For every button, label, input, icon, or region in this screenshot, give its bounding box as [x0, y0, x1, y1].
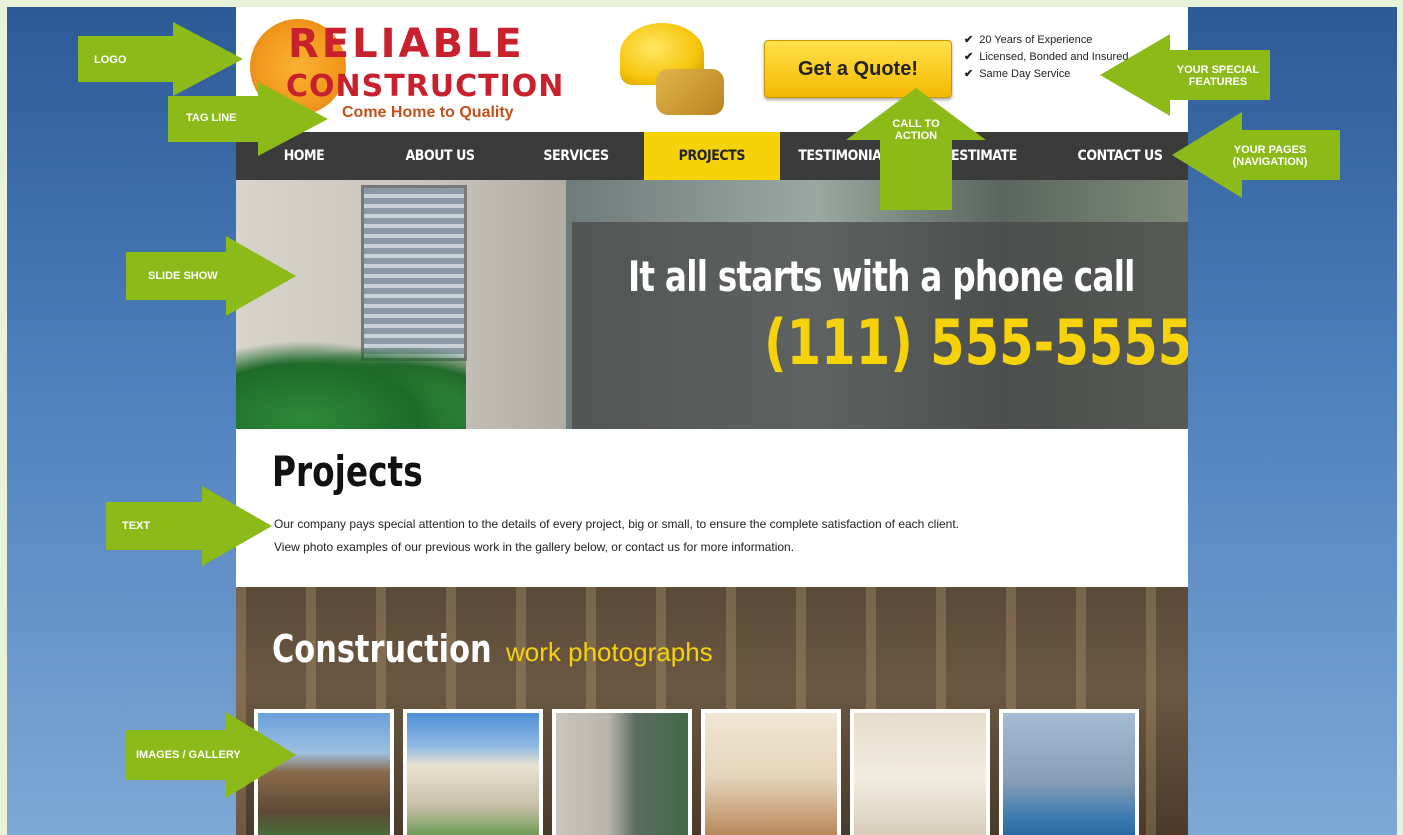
annotation-arrow-call-to-action: CALL TO ACTION — [846, 88, 986, 210]
intro-paragraph-2: View photo examples of our previous work… — [274, 540, 795, 554]
tagline: Come Home to Quality — [342, 104, 514, 121]
main-navigation: HOME ABOUT US SERVICES PROJECTS TESTIMON… — [236, 132, 1188, 180]
annotation-arrow-gallery: IMAGES / GALLERY — [126, 712, 296, 798]
annotation-arrow-tagline: TAG LINE — [168, 82, 328, 156]
annotation-label: IMAGES / GALLERY — [136, 749, 241, 761]
gallery-photo — [556, 713, 688, 835]
slide-phone-number[interactable]: (111) 555-5555 — [764, 306, 1188, 379]
feature-label: 20 Years of Experience — [979, 34, 1093, 46]
annotation-label: LOGO — [94, 54, 127, 66]
content-section: Projects Our company pays special attent… — [236, 429, 1188, 587]
annotation-arrow-features: YOUR SPECIAL FEATURES — [1100, 34, 1270, 116]
gallery-thumbnail[interactable] — [552, 709, 692, 835]
annotation-label: TAG LINE — [186, 112, 237, 124]
intro-text: Our company pays special attention to th… — [274, 513, 959, 559]
slide-headline: It all starts with a phone call — [628, 252, 1135, 301]
gallery-title: Construction — [272, 627, 492, 671]
checkmark-icon: ✔ — [964, 34, 974, 46]
annotation-arrow-pages: YOUR PAGES (NAVIGATION) — [1172, 112, 1340, 198]
nav-contact-us[interactable]: CONTACT US — [1059, 132, 1181, 180]
gallery-subtitle: work photographs — [506, 637, 713, 667]
intro-paragraph-1: Our company pays special attention to th… — [274, 517, 960, 531]
nav-projects-label: PROJECTS — [678, 148, 746, 164]
slide-image-window — [361, 185, 467, 361]
annotation-label: SLIDE SHOW — [148, 270, 218, 282]
gallery-section: Construction work photographs — [236, 587, 1188, 835]
annotation-label: CALL TO ACTION — [892, 118, 940, 142]
gallery-photo — [407, 713, 539, 835]
annotation-arrow-slideshow: SLIDE SHOW — [126, 236, 296, 316]
gallery-thumbnail[interactable] — [403, 709, 543, 835]
page-title: Projects — [272, 447, 423, 496]
slide-image-plant — [236, 340, 466, 429]
nav-about-us[interactable]: ABOUT US — [379, 132, 501, 180]
annotation-label: YOUR PAGES (NAVIGATION) — [1220, 144, 1320, 168]
website-mockup: RELIABLE CONSTRUCTION Come Home to Quali… — [236, 7, 1188, 835]
annotation-arrow-text: TEXT — [106, 486, 272, 566]
gallery-photo — [705, 713, 837, 835]
nav-projects[interactable]: PROJECTS — [644, 132, 780, 180]
slideshow[interactable]: It all starts with a phone call (111) 55… — [236, 180, 1188, 429]
logo-line1[interactable]: RELIABLE — [288, 21, 525, 67]
annotation-label-text: YOUR SPECIAL FEATURES — [1176, 64, 1260, 88]
arrow-up-icon — [846, 88, 986, 210]
annotation-label: YOUR SPECIAL FEATURES — [1174, 64, 1262, 88]
gallery-thumbnail[interactable] — [701, 709, 841, 835]
gallery-thumbnail[interactable] — [850, 709, 990, 835]
nav-services[interactable]: SERVICES — [515, 132, 637, 180]
checkmark-icon: ✔ — [964, 68, 974, 80]
gallery-thumbnails — [254, 709, 1139, 835]
gallery-photo — [1003, 713, 1135, 835]
gallery-thumbnail[interactable] — [999, 709, 1139, 835]
feature-label: Same Day Service — [979, 68, 1071, 80]
checkmark-icon: ✔ — [964, 51, 974, 63]
annotation-label: TEXT — [122, 520, 151, 532]
gloves-icon — [656, 69, 724, 115]
gallery-photo — [854, 713, 986, 835]
annotation-label-text: YOUR PAGES (NAVIGATION) — [1232, 144, 1308, 168]
